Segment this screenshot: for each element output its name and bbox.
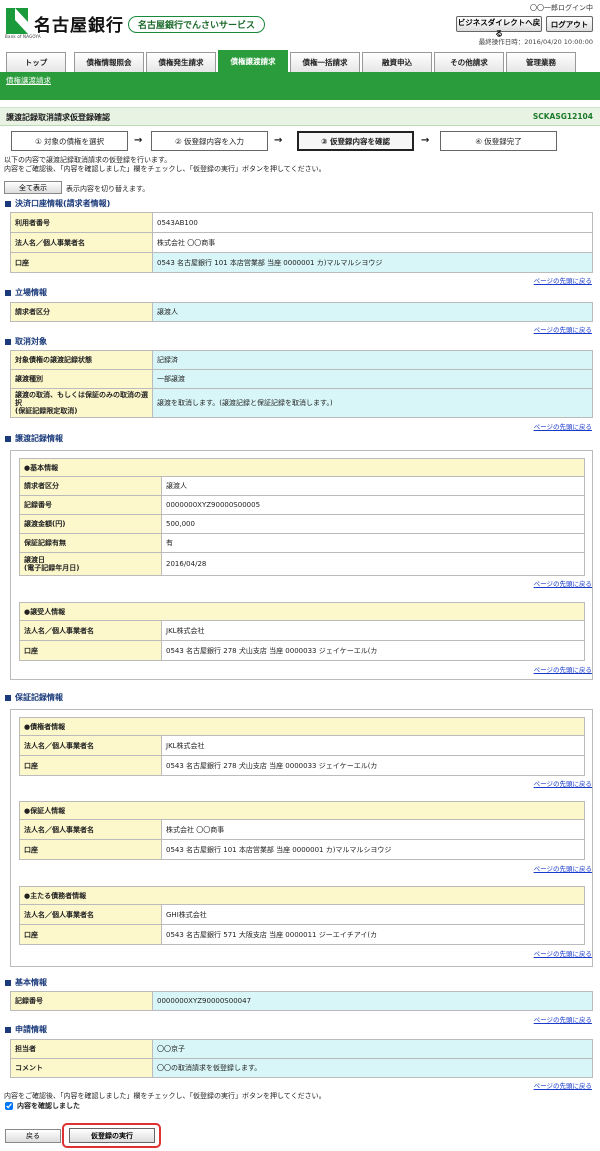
cancel-table: 対象債権の譲渡記録状態 記録済 譲渡種別 一部譲渡 譲渡の取消、もしくは保証のみの取… — [10, 350, 593, 418]
confirm-checkbox-row[interactable]: 内容を確認しました — [5, 1101, 80, 1111]
tab-financing[interactable]: 融資申込 — [362, 52, 432, 72]
login-user: 〇〇一郎ログイン中 — [530, 4, 593, 12]
service-badge: 名古屋銀行でんさいサービス — [128, 16, 266, 33]
step-1: ① 対象の債権を選択 — [11, 131, 128, 151]
step-4: ④ 仮登録完了 — [440, 131, 557, 151]
section-position-title: 立場情報 — [5, 287, 47, 298]
tab-credit-inquiry[interactable]: 債権情報照会 — [74, 52, 144, 72]
screen-code: SCKASG12104 — [532, 112, 593, 121]
transfer-receiver-table: ●譲受人情報 法人名／個人事業者名 JKL株式会社 口座 0543 名古屋銀行 27… — [19, 602, 585, 661]
last-operation-time: 最終操作日時：2016/04/20 10:00:00 — [478, 38, 593, 46]
page-top-link[interactable]: ページの先頭に戻る — [534, 664, 592, 674]
instruction-2: 内容をご確認後、「内容を確認しました」欄をチェックし、「仮登録の実行」ボタンを押… — [4, 165, 326, 173]
position-table: 請求者区分 譲渡人 — [10, 302, 593, 322]
section-cancel-title: 取消対象 — [5, 336, 47, 347]
bank-logo-icon — [6, 8, 28, 34]
basic-table: 記録番号 0000000XYZ90000S00047 — [10, 991, 593, 1011]
page-top-link[interactable]: ページの先頭に戻る — [534, 324, 592, 334]
show-all-note: 表示内容を切り替えます。 — [66, 185, 150, 193]
transfer-basic-table: ●基本情報 請求者区分 譲渡人 記録番号 0000000XYZ90000S00005… — [19, 458, 585, 576]
tab-credit-issue[interactable]: 債権発生請求 — [146, 52, 216, 72]
header: Bank of NAGOYA 名古屋銀行 名古屋銀行でんさいサービス 〇〇一郎ロ… — [0, 0, 600, 48]
step-arrow: → — [274, 135, 283, 146]
biz-direct-button[interactable]: ビジネスダイレクトへ戻る — [456, 16, 542, 38]
confirm-checkbox[interactable] — [5, 1102, 13, 1110]
account-table: 利用者番号 0543AB100 法人名／個人事業者名 株式会社 〇〇商事 口座 054… — [10, 212, 593, 273]
page-top-link[interactable]: ページの先頭に戻る — [534, 275, 592, 285]
confirm-checkbox-label: 内容を確認しました — [17, 1102, 80, 1110]
guarantee-debtor-table: ●主たる債務者情報 法人名／個人事業者名 GHI株式会社 口座 0543 名古屋銀行… — [19, 886, 585, 945]
tab-other-request[interactable]: その他請求 — [434, 52, 504, 72]
section-basic-title: 基本情報 — [5, 977, 47, 988]
main-tabs: トップ 債権情報照会 債権発生請求 債権譲渡請求 債権一括請求 融資申込 その他… — [0, 48, 600, 72]
page-top-link[interactable]: ページの先頭に戻る — [534, 578, 592, 588]
step-arrow: → — [421, 135, 430, 146]
page-top-link[interactable]: ページの先頭に戻る — [534, 1080, 592, 1090]
guarantee-creditor-table: ●債権者情報 法人名／個人事業者名 JKL株式会社 口座 0543 名古屋銀行 27… — [19, 717, 585, 776]
confirm-instruction: 内容をご確認後、「内容を確認しました」欄をチェックし、「仮登録の実行」ボタンを押… — [4, 1092, 326, 1100]
page-top-link[interactable]: ページの先頭に戻る — [534, 1014, 592, 1024]
page-title-bar: 譲渡記録取消請求仮登録確認 SCKASG12104 — [0, 108, 600, 126]
step-2: ② 仮登録内容を入力 — [151, 131, 268, 151]
page-top-link[interactable]: ページの先頭に戻る — [534, 778, 592, 788]
subnav-transfer-link[interactable]: 債権譲渡請求 — [6, 75, 51, 86]
page-top-link[interactable]: ページの先頭に戻る — [534, 421, 592, 431]
section-account-title: 決済口座情報(請求者情報) — [5, 198, 110, 209]
tab-bulk-request[interactable]: 債権一括請求 — [290, 52, 360, 72]
show-all-button[interactable]: 全て表示 — [4, 181, 62, 194]
page-title: 譲渡記録取消請求仮登録確認 — [6, 113, 110, 122]
section-guarantee-title: 保証記録情報 — [5, 692, 63, 703]
section-request-title: 申請情報 — [5, 1024, 47, 1035]
guarantee-guarantor-table: ●保証人情報 法人名／個人事業者名 株式会社 〇〇商事 口座 0543 名古屋銀行 … — [19, 801, 585, 860]
section-transfer-title: 譲渡記録情報 — [5, 433, 63, 444]
tab-management[interactable]: 管理業務 — [506, 52, 576, 72]
request-table: 担当者 〇〇京子 コメント 〇〇の取消請求を仮登録します。 — [10, 1039, 593, 1078]
instruction-1: 以下の内容で譲渡記録取消請求の仮登録を行います。 — [4, 156, 172, 164]
sub-nav-bar: 債権譲渡請求 — [0, 72, 600, 100]
step-arrow: → — [134, 135, 143, 146]
bank-name: 名古屋銀行 — [34, 16, 124, 36]
page-top-link[interactable]: ページの先頭に戻る — [534, 948, 592, 958]
logout-button[interactable]: ログアウト — [546, 16, 593, 32]
page-top-link[interactable]: ページの先頭に戻る — [534, 863, 592, 873]
step-3: ③ 仮登録内容を確認 — [297, 131, 414, 151]
tab-credit-transfer[interactable]: 債権譲渡請求 — [218, 50, 288, 72]
tab-top[interactable]: トップ — [6, 52, 66, 72]
step-indicator: ① 対象の債権を選択 → ② 仮登録内容を入力 → ③ 仮登録内容を確認 → ④… — [0, 126, 600, 154]
provisional-register-button[interactable]: 仮登録の実行 — [69, 1128, 155, 1143]
back-button[interactable]: 戻る — [5, 1129, 61, 1143]
